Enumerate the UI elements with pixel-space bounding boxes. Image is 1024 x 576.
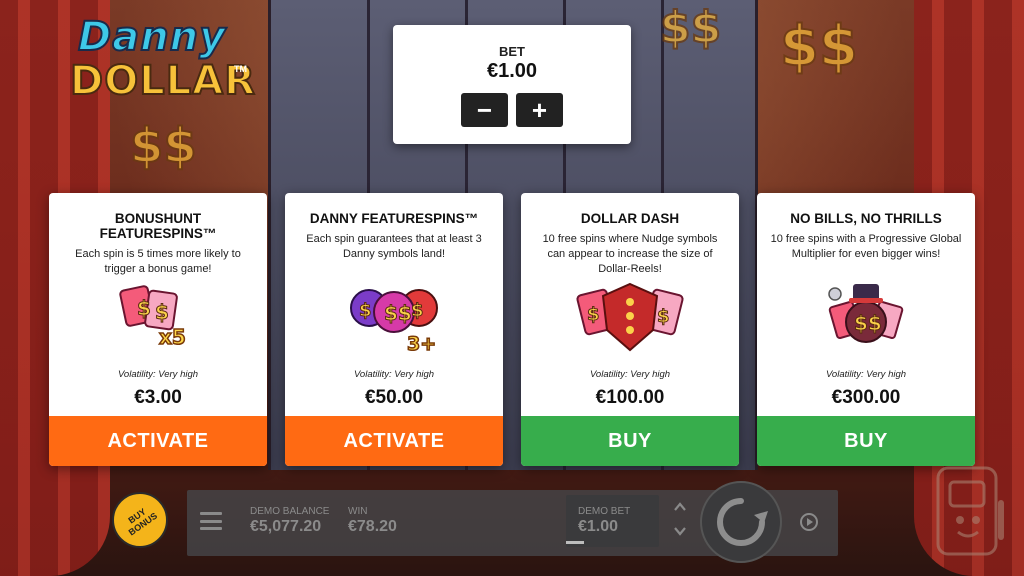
buy-button[interactable]: BUY [521,416,739,466]
svg-text:$: $ [587,304,600,325]
card-volatility: Volatility: Very high [589,369,671,380]
win-label: WIN [348,506,368,517]
svg-text:$$: $$ [854,311,882,335]
card-volatility: Volatility: Very high [353,369,435,380]
card-price: €300.00 [831,387,901,408]
win-value: €78.20 [348,518,397,535]
danny-multiplier-icon: $$ [828,284,904,343]
bet-panel: BET €1.00 − + [393,25,631,144]
card-price: €50.00 [364,387,424,408]
balance-value: €5,077.20 [250,518,322,535]
dollar-sign-decoration: $$ [779,13,859,80]
card-description: Each spin guarantees that at least 3 Dan… [306,233,482,260]
svg-text:$: $ [155,300,169,324]
svg-text:$: $ [657,306,670,327]
danny-symbols-3plus-icon: $ $$ $ 3+ [350,289,438,356]
autoplay-icon[interactable] [798,511,820,533]
dollar-sign-decoration: $$ [129,117,198,175]
bet-value: €1.00 [486,60,538,82]
logo-title-line1: Danny [77,13,227,61]
svg-text:x5: x5 [159,325,186,349]
chevron-up-icon[interactable] [672,500,688,514]
svg-text:3+: 3+ [407,333,436,355]
logo-title-line2: DOLLAR [69,57,256,105]
card-title: BONUSHUNT FEATURESPINS™ [99,211,217,241]
buy-button[interactable]: BUY [757,416,975,466]
feature-card-dollar-dash: DOLLAR DASH 10 free spins where Nudge sy… [521,193,739,466]
svg-text:$: $ [359,300,372,321]
dollar-shield-icon: $ $ [576,282,684,352]
card-description: Each spin is 5 times more likely to trig… [75,248,241,275]
increase-bet-button[interactable]: + [516,93,563,127]
buy-bonus-button[interactable]: BUY BONUS [112,492,168,548]
buy-bonus-label: BUY BONUS [126,506,160,538]
balance-label: DEMO BALANCE [250,506,330,517]
svg-text:$$: $$ [384,301,412,325]
game-logo: Danny DOLLAR TM [58,6,256,106]
bet-label: BET [499,44,525,59]
card-price: €3.00 [134,387,182,408]
bet-level-indicator [566,541,584,544]
feature-card-danny: DANNY FEATURESPINS™ Each spin guarantees… [285,193,503,466]
hamburger-menu-icon[interactable] [200,512,222,530]
chevron-down-icon[interactable] [672,524,688,538]
card-volatility: Volatility: Very high [825,369,907,380]
demo-bet-label: DEMO BET [578,506,631,517]
card-volatility: Volatility: Very high [117,369,199,380]
card-description: 10 free spins with a Progressive Global … [770,233,962,260]
mascot-logo-icon [936,466,1004,556]
card-description: 10 free spins where Nudge symbols can ap… [542,233,718,275]
svg-text:$: $ [137,296,151,320]
svg-text:$: $ [411,300,424,321]
decrease-bet-button[interactable]: − [461,93,508,127]
spin-arrow-icon [717,498,768,546]
feature-card-no-bills: NO BILLS, NO THRILLS 10 free spins with … [757,193,975,466]
card-title: NO BILLS, NO THRILLS [790,211,942,226]
logo-trademark: TM [234,64,247,74]
feature-card-bonushunt: BONUSHUNT FEATURESPINS™ Each spin is 5 t… [49,193,267,466]
scatter-x5-icon: $ $ x5 [119,285,187,350]
card-price: €100.00 [595,387,665,408]
activate-button[interactable]: ACTIVATE [49,416,267,466]
spin-button[interactable] [700,481,782,563]
card-title: DOLLAR DASH [580,211,680,226]
card-title: DANNY FEATURESPINS™ [309,211,479,226]
dollar-sign-decoration: $$ [659,1,722,54]
activate-button[interactable]: ACTIVATE [285,416,503,466]
demo-bet-value: €1.00 [578,518,619,535]
